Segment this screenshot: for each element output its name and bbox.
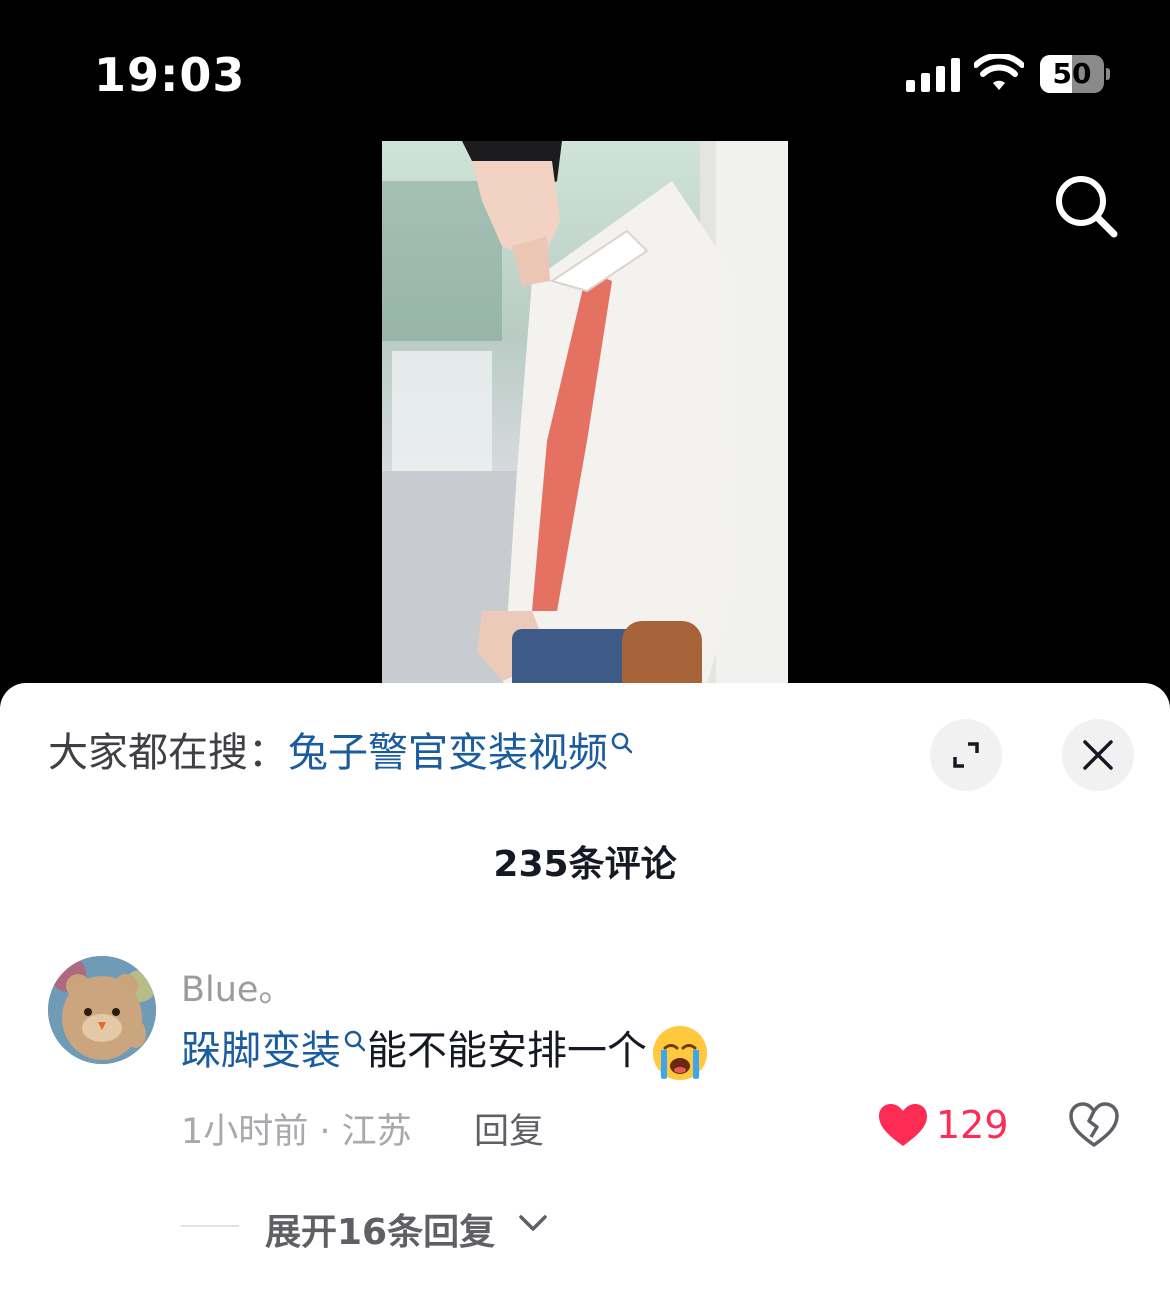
chevron-down-icon: [519, 1215, 547, 1231]
crying-face-icon: [653, 1026, 707, 1080]
trending-search-bar[interactable]: 大家都在搜：兔子警官变装视频: [48, 715, 634, 791]
trending-keyword-link[interactable]: 兔子警官变装视频: [288, 730, 608, 776]
battery-level: 50: [1052, 57, 1092, 90]
comments-sheet: 大家都在搜：兔子警官变装视频 235条评论 Blue。 跺脚变装 能不能安排一个…: [0, 683, 1170, 1303]
comment-keyword-link[interactable]: 跺脚变装: [181, 1028, 341, 1074]
video-thumbnail[interactable]: [382, 141, 788, 701]
avatar[interactable]: [48, 956, 156, 1064]
wifi-icon: [974, 54, 1024, 90]
battery-icon: 50: [1040, 55, 1110, 93]
comment-text: 跺脚变装 能不能安排一个: [181, 1023, 709, 1082]
magnifier-icon: [1056, 176, 1118, 238]
trending-prefix: 大家都在搜：: [48, 730, 288, 776]
like-count: 129: [936, 1103, 1009, 1147]
divider-line: [181, 1225, 239, 1227]
close-sheet-button[interactable]: [1062, 719, 1134, 791]
small-search-icon: [611, 732, 633, 754]
expand-arrows-icon: [953, 742, 979, 768]
broken-heart-icon: [1069, 1102, 1119, 1147]
comment-time-location: 1小时前 · 江苏: [181, 1112, 412, 1152]
cellular-signal-icon: [906, 58, 960, 92]
comment-username[interactable]: Blue。: [181, 961, 293, 1012]
close-x-icon: [1083, 740, 1113, 770]
status-bar: 19:03 50: [0, 0, 1170, 130]
expand-sheet-button[interactable]: [930, 719, 1002, 791]
video-search-button[interactable]: [1050, 170, 1122, 242]
dislike-button[interactable]: [1068, 1101, 1120, 1153]
clock: 19:03: [94, 48, 246, 102]
expand-replies-label: 展开16条回复: [265, 1212, 496, 1253]
small-search-icon: [344, 1030, 366, 1052]
heart-icon: [879, 1104, 927, 1146]
reply-button[interactable]: 回复: [474, 1103, 544, 1154]
comment-count: 235条评论: [493, 844, 677, 885]
comment-body: 能不能安排一个: [367, 1028, 647, 1074]
